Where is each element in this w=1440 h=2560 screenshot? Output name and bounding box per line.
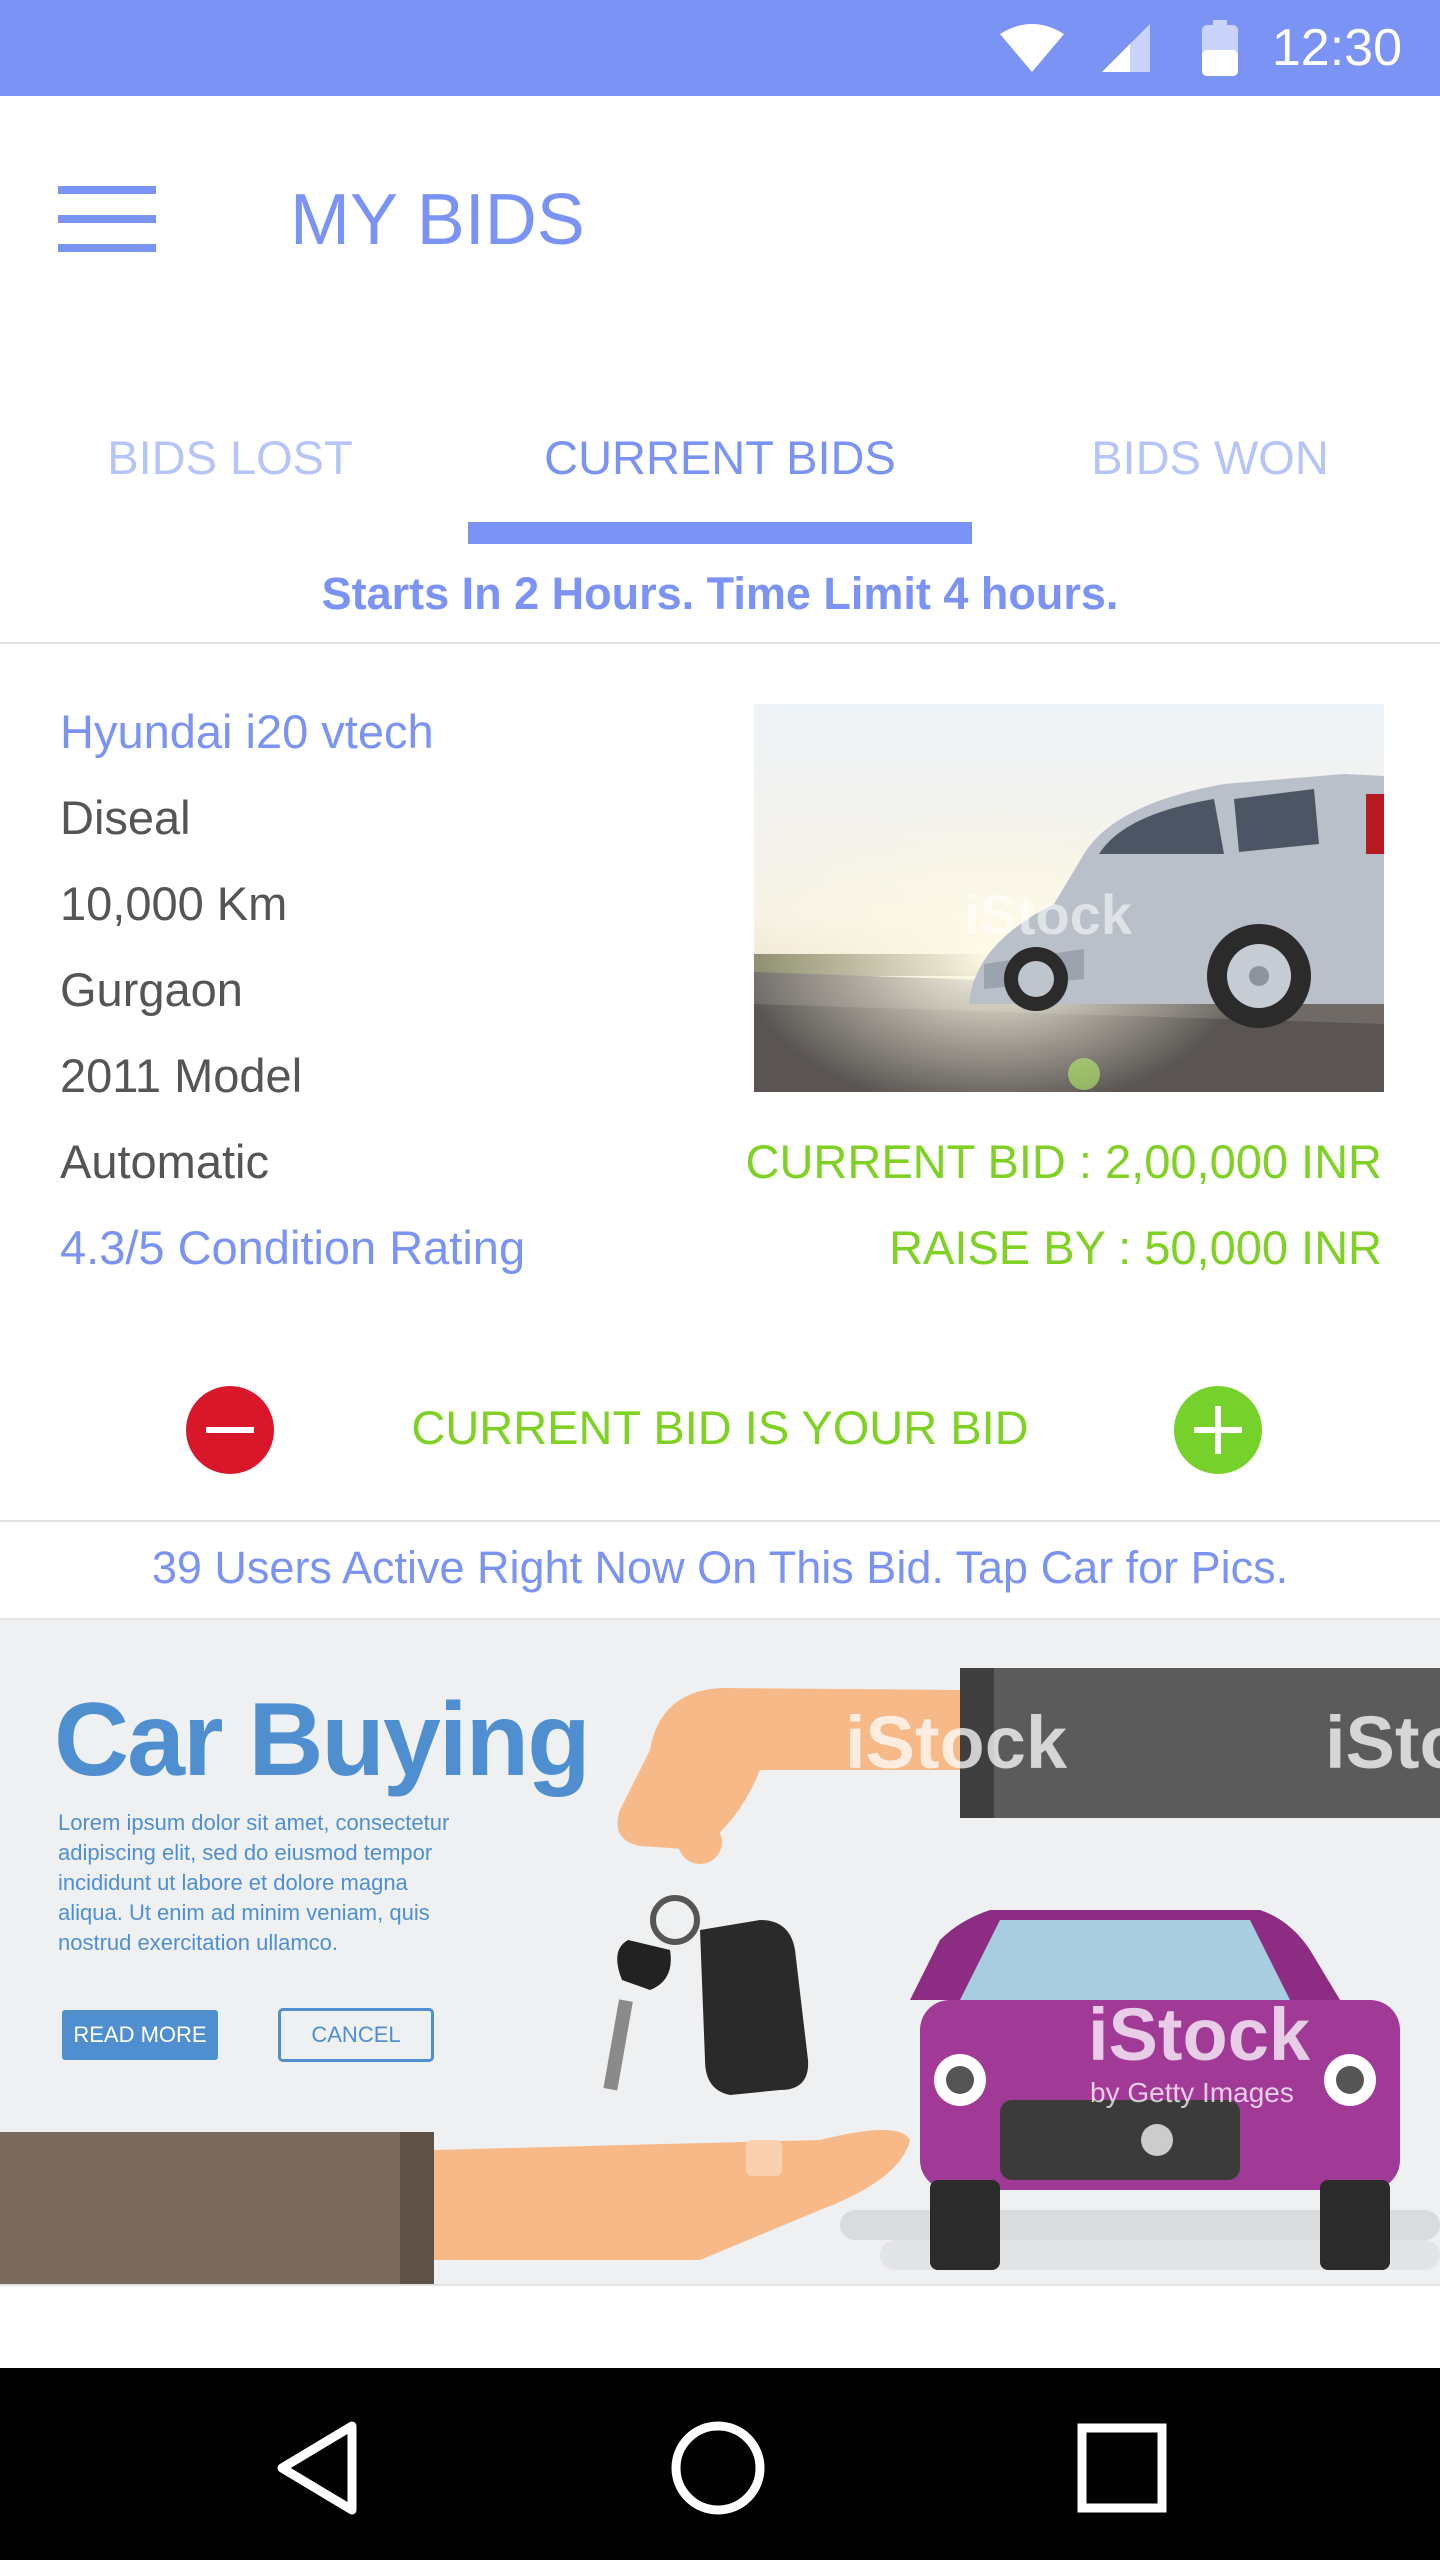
cancel-button[interactable]: CANCEL <box>278 2008 434 2062</box>
watermark-istock: iStock <box>1325 1701 1440 1784</box>
car-model-year: 2011 Model <box>60 1049 303 1102</box>
wifi-icon <box>1000 24 1064 72</box>
tab-bids-won[interactable]: BIDS WON <box>1020 430 1400 486</box>
car-location: Gurgaon <box>60 963 243 1016</box>
signal-icon <box>1102 24 1150 72</box>
active-users-text: 39 Users Active Right Now On This Bid. T… <box>151 1542 1289 1593</box>
current-bid-amount: CURRENT BID : 2,00,000 INR <box>745 1135 1382 1188</box>
active-tab-indicator <box>468 522 972 544</box>
tab-current-bids[interactable]: CURRENT BIDS <box>470 430 970 486</box>
status-time: 12:30 <box>1271 19 1402 77</box>
home-icon[interactable] <box>658 2408 778 2528</box>
watermark-getty: by Getty Images <box>1090 2077 1294 2108</box>
increase-bid-button[interactable] <box>1174 1386 1262 1474</box>
divider <box>0 642 1440 644</box>
bid-status-text: CURRENT BID IS YOUR BID <box>411 1401 1029 1454</box>
watermark-istock: iStock <box>845 1701 1068 1784</box>
condition-rating[interactable]: 4.3/5 Condition Rating <box>60 1220 525 1276</box>
car-photo[interactable]: iStock <box>754 704 1384 1092</box>
car-buying-banner[interactable]: iStock iStock iStock by Getty Images Car… <box>0 1620 1440 2284</box>
car-fuel: Diseal <box>60 791 191 844</box>
system-nav-bar <box>0 2368 1440 2560</box>
status-bar: 12:30 <box>0 0 1440 96</box>
hamburger-menu-icon[interactable] <box>58 186 156 252</box>
recent-apps-icon[interactable] <box>1062 2408 1182 2528</box>
tab-bids-lost[interactable]: BIDS LOST <box>40 430 420 486</box>
car-name[interactable]: Hyundai i20 vtech <box>60 704 434 760</box>
watermark-istock: iStock <box>1088 1993 1311 2076</box>
car-distance: 10,000 Km <box>60 877 288 930</box>
watermark-istock: iStock <box>964 883 1133 946</box>
back-icon[interactable] <box>260 2408 380 2528</box>
bid-timing-notice: Starts In 2 Hours. Time Limit 4 hours. <box>321 568 1119 619</box>
page-title: MY BIDS <box>290 180 585 260</box>
divider <box>0 1520 1440 1522</box>
divider <box>0 2284 1440 2286</box>
raise-by-amount: RAISE BY : 50,000 INR <box>889 1221 1382 1274</box>
banner-body-text: Lorem ipsum dolor sit amet, consectetur … <box>58 1810 450 1955</box>
minus-icon <box>206 1427 254 1433</box>
banner-title: Car Buying <box>54 1682 591 1798</box>
decrease-bid-button[interactable] <box>186 1386 274 1474</box>
read-more-button[interactable]: READ MORE <box>62 2010 218 2060</box>
battery-icon <box>1202 20 1238 76</box>
car-transmission: Automatic <box>60 1135 269 1188</box>
